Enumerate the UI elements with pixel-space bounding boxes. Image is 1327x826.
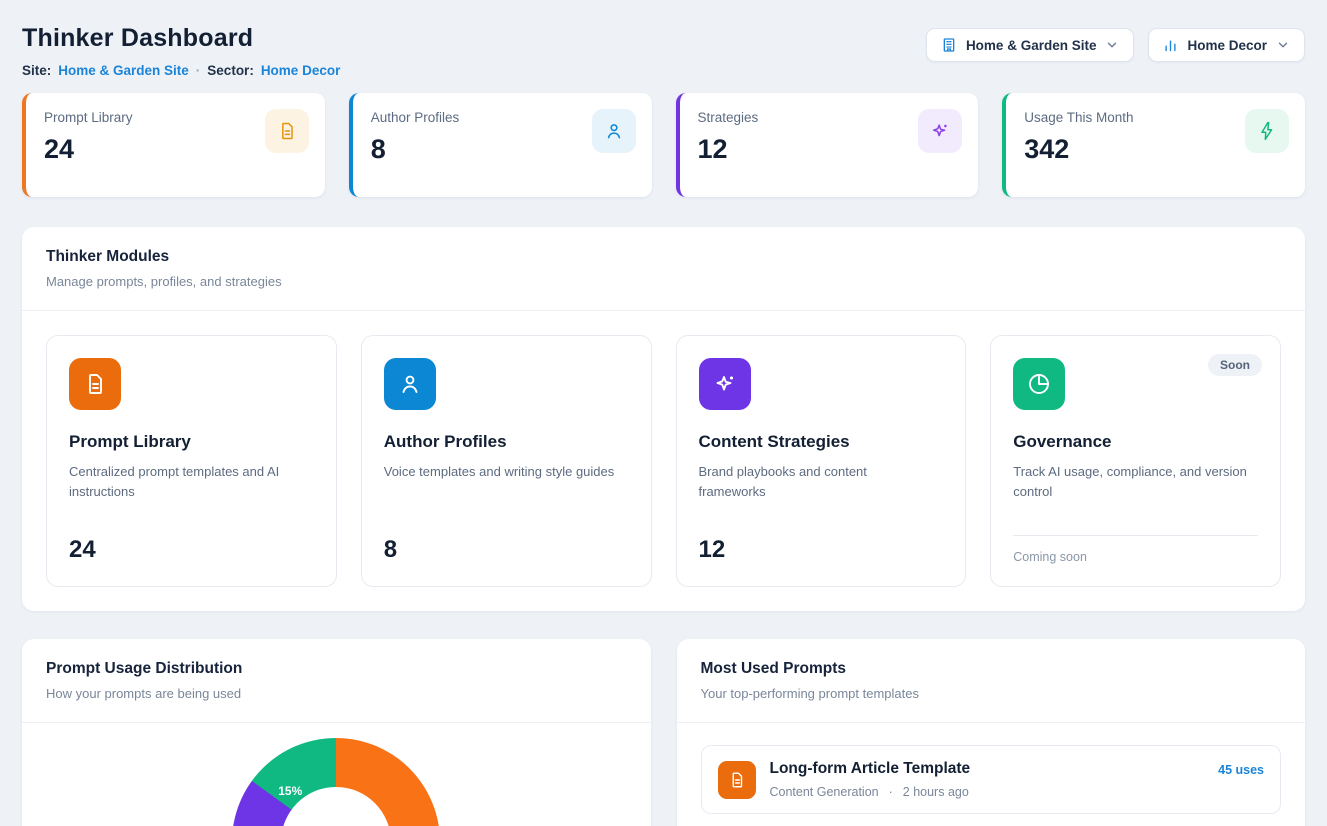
uses-badge: 45 uses <box>1218 763 1264 777</box>
separator-dot: · <box>889 785 893 799</box>
sector-dropdown-label: Home Decor <box>1187 38 1267 53</box>
module-card-content-strategies[interactable]: Content Strategies Brand playbooks and c… <box>676 335 967 587</box>
sector-label: Sector: <box>207 63 254 78</box>
donut-chart-area: 15% <box>22 723 651 826</box>
document-icon <box>265 109 309 153</box>
bottom-row: Prompt Usage Distribution How your promp… <box>22 639 1305 826</box>
sector-dropdown[interactable]: Home Decor <box>1148 28 1305 62</box>
most-used-prompts-panel: Most Used Prompts Your top-performing pr… <box>677 639 1306 826</box>
module-title: Author Profiles <box>384 432 629 452</box>
stat-card-usage[interactable]: Usage This Month 342 <box>1002 93 1305 197</box>
modules-grid: Prompt Library Centralized prompt templa… <box>22 311 1305 611</box>
stat-cards-row: Prompt Library 24 Author Profiles 8 Stra… <box>22 93 1305 197</box>
thinker-modules-section: Thinker Modules Manage prompts, profiles… <box>22 227 1305 611</box>
list-item-prompt[interactable]: Long-form Article Template Content Gener… <box>701 745 1282 814</box>
site-dropdown-label: Home & Garden Site <box>966 38 1097 53</box>
sparkle-star-icon <box>699 358 751 410</box>
prompt-title: Long-form Article Template <box>770 760 971 778</box>
module-count: 12 <box>699 536 944 564</box>
usage-panel-header: Prompt Usage Distribution How your promp… <box>22 639 651 723</box>
dashboard-page: Thinker Dashboard Site: Home & Garden Si… <box>0 0 1327 826</box>
prompts-list: Long-form Article Template Content Gener… <box>677 723 1306 826</box>
module-description: Voice templates and writing style guides <box>384 462 619 482</box>
module-title: Prompt Library <box>69 432 314 452</box>
usage-donut[interactable]: 15% <box>232 738 440 826</box>
most-used-title: Most Used Prompts <box>701 660 1282 678</box>
user-icon <box>384 358 436 410</box>
module-title: Content Strategies <box>699 432 944 452</box>
usage-distribution-panel: Prompt Usage Distribution How your promp… <box>22 639 651 826</box>
top-bar: Thinker Dashboard Site: Home & Garden Si… <box>22 20 1305 78</box>
module-description: Brand playbooks and content frameworks <box>699 462 934 501</box>
prompt-time: 2 hours ago <box>903 785 969 799</box>
stat-card-author-profiles[interactable]: Author Profiles 8 <box>349 93 652 197</box>
module-description: Track AI usage, compliance, and version … <box>1013 462 1248 501</box>
chevron-down-icon <box>1105 38 1119 52</box>
header-actions: Home & Garden Site Home Decor <box>926 28 1305 62</box>
usage-panel-title: Prompt Usage Distribution <box>46 660 627 678</box>
stat-card-prompt-library[interactable]: Prompt Library 24 <box>22 93 325 197</box>
soon-badge: Soon <box>1208 354 1262 376</box>
sector-link[interactable]: Home Decor <box>261 63 341 78</box>
site-dropdown[interactable]: Home & Garden Site <box>926 28 1135 62</box>
most-used-subtitle: Your top-performing prompt templates <box>701 686 1282 701</box>
module-description: Centralized prompt templates and AI inst… <box>69 462 304 501</box>
module-title: Governance <box>1013 432 1258 452</box>
module-card-prompt-library[interactable]: Prompt Library Centralized prompt templa… <box>46 335 337 587</box>
coming-soon-text: Coming soon <box>1013 535 1258 564</box>
prompt-text-block: Long-form Article Template Content Gener… <box>770 760 971 799</box>
building-icon <box>941 37 957 53</box>
bar-chart-icon <box>1163 38 1178 53</box>
separator-dot: · <box>196 63 201 78</box>
modules-header: Thinker Modules Manage prompts, profiles… <box>22 227 1305 311</box>
module-card-governance[interactable]: Soon Governance Track AI usage, complian… <box>990 335 1281 587</box>
usage-panel-subtitle: How your prompts are being used <box>46 686 627 701</box>
module-count: 24 <box>69 536 314 564</box>
site-link[interactable]: Home & Garden Site <box>58 63 189 78</box>
header-left: Thinker Dashboard Site: Home & Garden Si… <box>22 20 340 78</box>
sparkle-star-icon <box>918 109 962 153</box>
prompt-meta: Content Generation · 2 hours ago <box>770 785 971 799</box>
user-icon <box>592 109 636 153</box>
prompt-category: Content Generation <box>770 785 879 799</box>
module-count: 8 <box>384 536 629 564</box>
page-title: Thinker Dashboard <box>22 24 340 53</box>
modules-subtitle: Manage prompts, profiles, and strategies <box>46 274 1281 289</box>
site-label: Site: <box>22 63 51 78</box>
module-card-author-profiles[interactable]: Author Profiles Voice templates and writ… <box>361 335 652 587</box>
breadcrumb: Site: Home & Garden Site · Sector: Home … <box>22 63 340 78</box>
modules-title: Thinker Modules <box>46 248 1281 266</box>
most-used-header: Most Used Prompts Your top-performing pr… <box>677 639 1306 723</box>
document-icon <box>718 761 756 799</box>
chevron-down-icon <box>1276 38 1290 52</box>
lightning-icon <box>1245 109 1289 153</box>
donut-segment-label: 15% <box>278 784 302 798</box>
stat-card-strategies[interactable]: Strategies 12 <box>676 93 979 197</box>
document-icon <box>69 358 121 410</box>
pie-chart-icon <box>1013 358 1065 410</box>
